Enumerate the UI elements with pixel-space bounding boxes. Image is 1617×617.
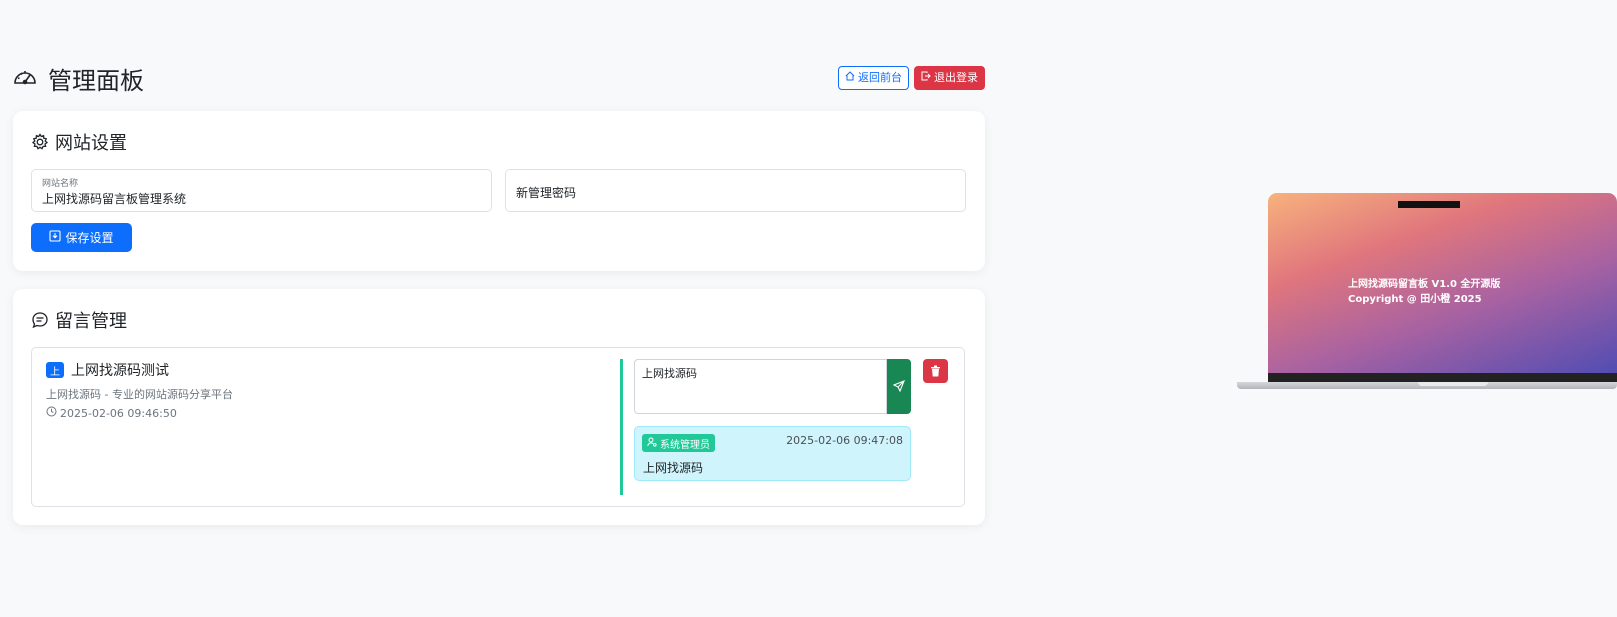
reply-input[interactable]: 上网找源码 [634,359,887,414]
site-settings-title: 网站设置 [31,129,127,155]
message-management-title-text: 留言管理 [55,311,127,332]
save-settings-button[interactable]: 保存设置 [31,223,132,252]
logout-icon [921,70,931,86]
send-reply-button[interactable] [887,359,911,414]
page-header: 管理面板 返回前台 退出登录 [12,60,985,96]
new-password-placeholder: 新管理密码 [516,186,577,200]
clock-icon [46,406,57,420]
message-time-text: 2025-02-06 09:46:50 [60,406,177,420]
message-content: 上网找源码 - 专业的网站源码分享平台 [46,388,233,401]
list-item: 上 上网找源码测试 上网找源码 - 专业的网站源码分享平台 2025-02-06… [31,347,965,507]
page-title-text: 管理面板 [48,66,144,95]
house-icon [845,70,855,86]
admin-badge: 系统管理员 [642,434,715,452]
gear-icon [31,133,49,151]
send-icon [892,377,905,396]
page-title: 管理面板 [12,61,144,96]
site-settings-title-text: 网站设置 [55,133,127,154]
message-header: 上 上网找源码测试 [46,360,169,380]
trash-icon [930,362,941,381]
delete-message-button[interactable] [923,359,948,383]
laptop-preview: 上网找源码留言板 V1.0 全开源版 Copyright @ 田小橙 2025 [1237,193,1617,393]
message-management-title: 留言管理 [31,307,127,333]
laptop-bezel [1268,373,1617,382]
chat-icon [31,311,49,329]
site-name-field[interactable]: 网站名称 上网找源码留言板管理系统 [31,169,492,212]
site-name-label: 网站名称 [42,179,79,189]
message-time: 2025-02-06 09:46:50 [46,406,177,420]
reply-text: 上网找源码 [643,461,704,475]
new-password-field[interactable]: 新管理密码 [505,169,966,212]
reply-card: 系统管理员 2025-02-06 09:47:08 上网找源码 [634,426,911,481]
laptop-screen: 上网找源码留言板 V1.0 全开源版 Copyright @ 田小橙 2025 [1268,193,1617,382]
preview-copyright: Copyright @ 田小橙 2025 [1348,294,1482,305]
message-title: 上网找源码测试 [71,363,169,379]
laptop-notch [1398,201,1460,208]
save-settings-label: 保存设置 [65,231,114,245]
header-actions: 返回前台 退出登录 [838,66,985,90]
user-gear-icon [647,437,657,450]
back-to-front-label: 返回前台 [858,72,902,84]
reply-divider [620,359,623,495]
avatar: 上 [46,362,64,378]
site-settings-card: 网站设置 网站名称 上网找源码留言板管理系统 新管理密码 保存设置 [13,111,985,271]
site-name-value: 上网找源码留言板管理系统 [42,192,187,206]
preview-title: 上网找源码留言板 V1.0 全开源版 [1348,279,1501,290]
message-management-card: 留言管理 上 上网找源码测试 上网找源码 - 专业的网站源码分享平台 2025-… [13,289,985,525]
laptop-groove [1418,382,1488,386]
speedometer-icon [12,65,38,91]
reply-time: 2025-02-06 09:47:08 [786,434,903,447]
logout-button[interactable]: 退出登录 [914,66,985,90]
admin-badge-label: 系统管理员 [660,439,710,451]
logout-label: 退出登录 [934,72,978,84]
back-to-front-button[interactable]: 返回前台 [838,66,909,90]
save-icon [49,230,62,245]
